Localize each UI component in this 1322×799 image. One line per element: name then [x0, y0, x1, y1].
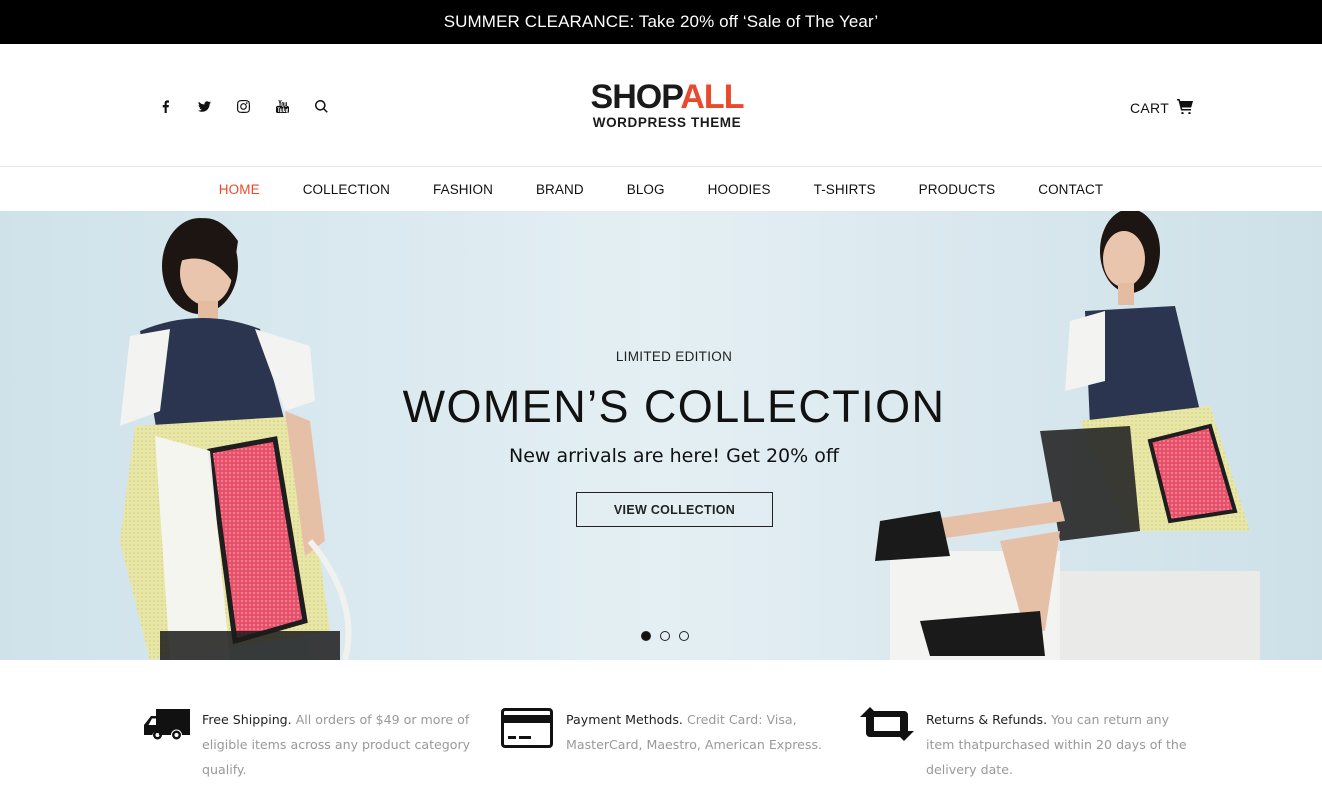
features-row: Free Shipping. All orders of $49 or more… [0, 660, 1322, 799]
nav-item-brand[interactable]: BRAND [514, 182, 605, 197]
slider-dot-1[interactable] [641, 631, 651, 641]
hero-content: LIMITED EDITION WOMEN’S COLLECTION New a… [0, 211, 1322, 660]
main-nav: HOME COLLECTION FASHION BRAND BLOG HOODI… [0, 166, 1322, 211]
hero-headline: WOMEN’S COLLECTION [402, 381, 946, 432]
feature-free-shipping-text: Free Shipping. All orders of $49 or more… [202, 707, 472, 782]
logo-tagline: WORDPRESS THEME [592, 115, 742, 130]
nav-item-blog[interactable]: BLOG [605, 182, 686, 197]
cart-label: CART [1130, 99, 1170, 116]
credit-card-icon [500, 707, 554, 751]
social-links [146, 94, 341, 118]
feature-returns-refunds: Returns & Refunds. You can return any it… [860, 707, 1190, 782]
slider-dots [641, 631, 689, 641]
feature-returns-title: Returns & Refunds. [926, 712, 1048, 727]
truck-icon [142, 707, 190, 751]
nav-item-products[interactable]: PRODUCTS [897, 182, 1017, 197]
site-logo[interactable]: SHOPALL WORDPRESS THEME [580, 80, 754, 134]
feature-free-shipping-title: Free Shipping. [202, 712, 292, 727]
nav-item-hoodies[interactable]: HOODIES [686, 182, 792, 197]
logo-word-all: ALL [680, 78, 744, 116]
hero-slider: LIMITED EDITION WOMEN’S COLLECTION New a… [0, 211, 1322, 660]
feature-returns-text: Returns & Refunds. You can return any it… [926, 707, 1190, 782]
search-icon[interactable] [302, 94, 341, 118]
retweet-icon [860, 707, 914, 751]
feature-payment-title: Payment Methods. [566, 712, 683, 727]
nav-item-tshirts[interactable]: T-SHIRTS [792, 182, 897, 197]
hero-subtitle: New arrivals are here! Get 20% off [509, 445, 839, 467]
site-header: SHOPALL WORDPRESS THEME CART [0, 44, 1322, 166]
nav-item-fashion[interactable]: FASHION [411, 182, 514, 197]
announcement-text[interactable]: SUMMER CLEARANCE: Take 20% off ‘Sale of … [444, 12, 879, 32]
feature-payment-methods: Payment Methods. Credit Card: Visa, Mast… [500, 707, 830, 757]
nav-item-collection[interactable]: COLLECTION [281, 182, 411, 197]
announcement-bar: SUMMER CLEARANCE: Take 20% off ‘Sale of … [0, 0, 1322, 44]
nav-item-home[interactable]: HOME [197, 182, 281, 197]
feature-free-shipping: Free Shipping. All orders of $49 or more… [142, 707, 472, 782]
facebook-icon[interactable] [146, 94, 185, 118]
youtube-icon[interactable] [263, 94, 302, 118]
feature-payment-text: Payment Methods. Credit Card: Visa, Mast… [566, 707, 830, 757]
nav-item-contact[interactable]: CONTACT [1017, 182, 1125, 197]
cart-link[interactable]: CART [1130, 96, 1194, 119]
cart-icon [1177, 96, 1194, 119]
logo-word-shop: SHOP [590, 78, 682, 116]
view-collection-button[interactable]: VIEW COLLECTION [576, 492, 773, 527]
slider-dot-3[interactable] [679, 631, 689, 641]
twitter-icon[interactable] [185, 94, 224, 118]
slider-dot-2[interactable] [660, 631, 670, 641]
hero-eyebrow: LIMITED EDITION [615, 349, 733, 364]
instagram-icon[interactable] [224, 94, 263, 118]
